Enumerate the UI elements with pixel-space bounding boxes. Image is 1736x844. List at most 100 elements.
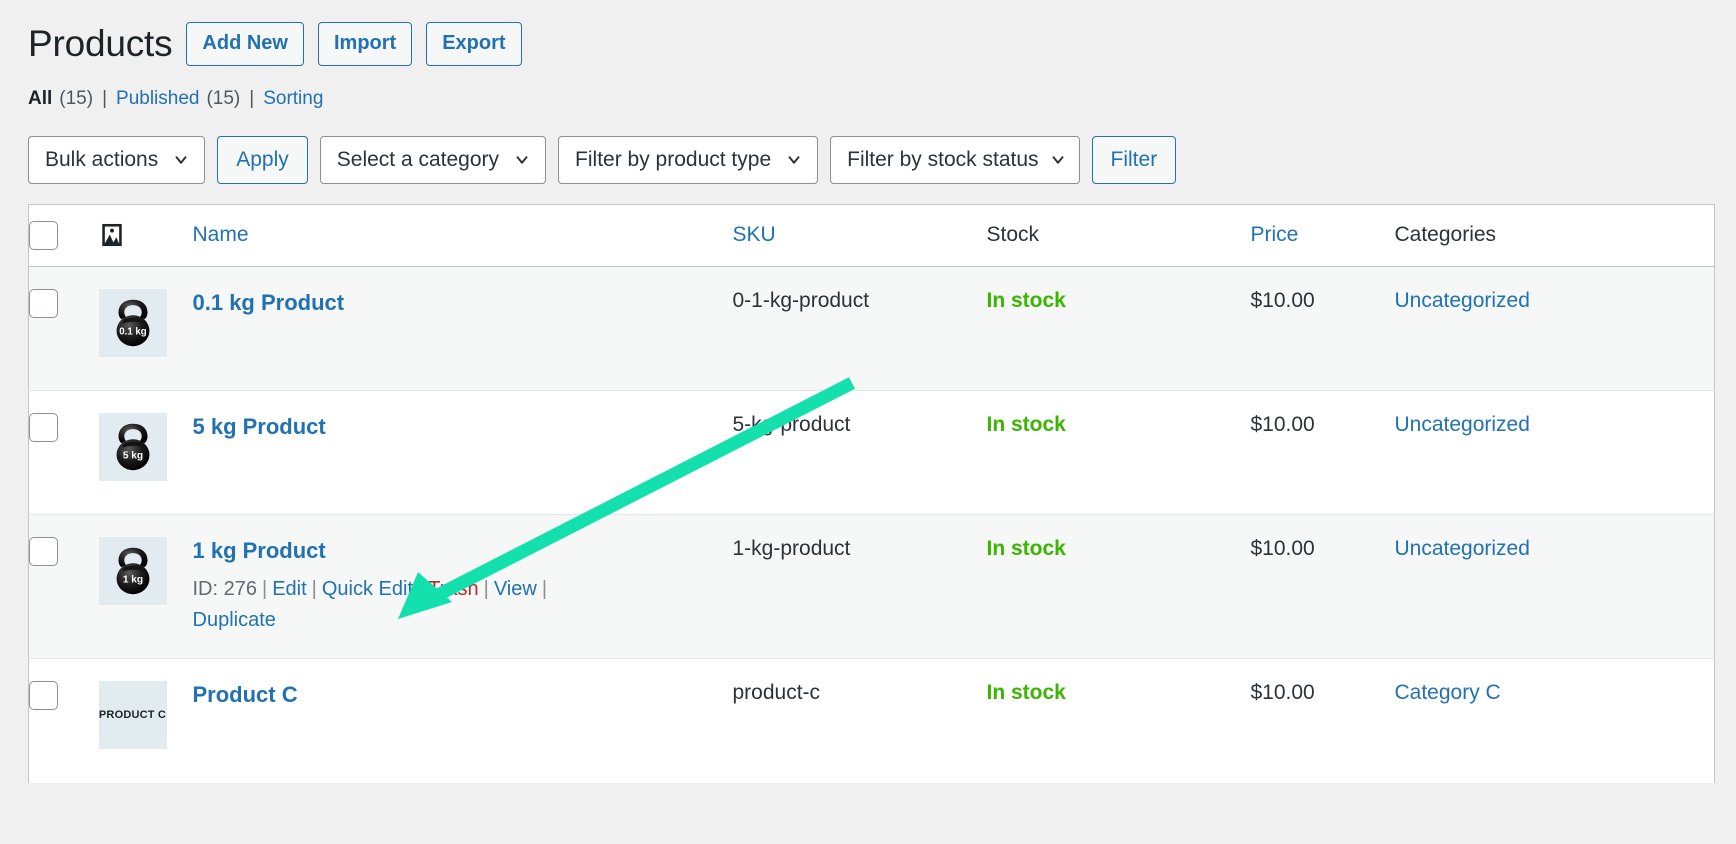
stock-status-badge: In stock <box>986 681 1066 705</box>
stock-status-filter-label: Filter by stock status <box>847 147 1039 171</box>
filter-button[interactable]: Filter <box>1091 135 1177 184</box>
row-checkbox[interactable] <box>29 681 58 711</box>
row-stock-cell: In stock <box>986 389 1251 515</box>
products-admin-page: Products Add New Import Export All (15) … <box>0 0 1736 844</box>
product-name-link[interactable]: 1 kg Product <box>193 537 326 565</box>
row-categories-cell: Uncategorized <box>1394 513 1715 659</box>
trash-link[interactable]: Trash <box>428 578 478 600</box>
name-column-header[interactable]: Name <box>192 204 733 267</box>
row-select-cell <box>28 513 99 659</box>
row-sku-cell: 1-kg-product <box>732 513 987 659</box>
row-thumbnail-cell: 0.1 kg <box>98 266 193 390</box>
row-actions: ID: 276 | Edit | Quick Edit | Trash | View | Dupl… <box>193 574 623 636</box>
sku-sort-link[interactable]: SKU <box>733 223 776 246</box>
row-sku-cell: 0-1-kg-product <box>732 288 870 312</box>
add-new-button[interactable]: Add New <box>186 22 304 66</box>
chevron-down-icon <box>513 151 531 169</box>
row-categories-cell: Uncategorized <box>1394 389 1715 515</box>
row-name-cell: Product C <box>192 658 733 783</box>
product-name-link[interactable]: 0.1 kg Product <box>193 289 345 317</box>
row-thumbnail-cell: 5 kg <box>98 389 193 515</box>
page-title: Products <box>28 22 173 64</box>
status-count-published: (15) <box>206 88 241 109</box>
categories-column-header: Categories <box>1394 204 1715 267</box>
table-body: 0.1 kg 0.1 kg Product 0-1-kg-product In … <box>28 266 1715 783</box>
price-column-header[interactable]: Price <box>1250 204 1395 267</box>
chevron-down-icon <box>1049 151 1067 169</box>
stock-status-badge: In stock <box>986 536 1066 560</box>
row-stock-cell: In stock <box>986 513 1251 659</box>
row-price-cell: $10.00 <box>1250 658 1395 783</box>
kettlebell-icon: 1 kg <box>116 547 149 594</box>
select-all-checkbox[interactable] <box>29 220 58 250</box>
table-head: Name SKU Stock Price Categories <box>28 204 1715 267</box>
product-thumbnail[interactable]: 0.1 kg <box>98 288 167 357</box>
row-categories-cell: Uncategorized <box>1395 266 1715 390</box>
action-separator: | <box>311 578 317 601</box>
stock-status-badge: In stock <box>986 412 1066 436</box>
row-select-cell <box>29 266 99 390</box>
table-row: PRODUCT C Product C product-c In stock $… <box>28 658 1715 783</box>
row-sku-cell: product-c <box>732 658 987 783</box>
kettlebell-icon: 5 kg <box>116 423 149 470</box>
kettlebell-weight-label: 0.1 kg <box>119 326 146 337</box>
row-name-cell: 0.1 kg Product <box>193 266 733 390</box>
status-link-all[interactable]: All <box>28 86 52 113</box>
kettlebell-weight-label: 1 kg <box>122 574 142 585</box>
stock-status-filter-select[interactable]: Filter by stock status <box>830 135 1080 184</box>
status-separator-1: | <box>102 88 108 109</box>
product-name-link[interactable]: Product C <box>193 681 298 709</box>
row-price-cell: $10.00 <box>1250 389 1395 515</box>
product-name-link[interactable]: 5 kg Product <box>193 413 326 441</box>
product-thumbnail[interactable]: 5 kg <box>98 412 167 481</box>
import-button[interactable]: Import <box>317 22 413 66</box>
export-button[interactable]: Export <box>426 22 522 66</box>
action-separator: | <box>541 578 548 601</box>
chevron-down-icon <box>172 151 190 169</box>
status-link-published[interactable]: Published <box>116 86 199 113</box>
product-type-filter-label: Filter by product type <box>575 147 772 171</box>
sku-column-header[interactable]: SKU <box>732 204 987 267</box>
duplicate-link[interactable]: Duplicate <box>193 609 276 631</box>
apply-button[interactable]: Apply <box>217 135 308 184</box>
price-sort-link[interactable]: Price <box>1251 223 1299 246</box>
product-thumbnail[interactable]: 1 kg <box>98 536 167 605</box>
product-thumbnail[interactable]: PRODUCT C <box>98 681 167 750</box>
product-id-label: ID: 276 <box>192 578 257 601</box>
category-link[interactable]: Category C <box>1395 681 1501 704</box>
status-link-sorting[interactable]: Sorting <box>263 86 323 113</box>
status-filter-links: All (15) | Published (15) | Sorting <box>28 86 1736 113</box>
row-checkbox[interactable] <box>29 288 58 318</box>
category-link[interactable]: Uncategorized <box>1395 413 1530 436</box>
category-link[interactable]: Uncategorized <box>1395 289 1530 312</box>
row-name-cell: 1 kg Product ID: 276 | Edit | Quick Edit | Tra… <box>192 513 733 659</box>
row-name-cell: 5 kg Product <box>192 389 733 515</box>
stock-column-header: Stock <box>986 204 1251 267</box>
row-price-cell: $10.00 <box>1250 513 1395 659</box>
row-checkbox[interactable] <box>29 412 58 442</box>
kettlebell-icon: 0.1 kg <box>116 299 149 346</box>
select-all-header <box>28 204 99 267</box>
table-filter-toolbar: Bulk actions Apply Select a category Fil… <box>28 135 1736 184</box>
row-thumbnail-cell: PRODUCT C <box>98 658 193 783</box>
action-separator: | <box>483 578 489 601</box>
product-type-filter-select[interactable]: Filter by product type <box>558 135 819 184</box>
view-link[interactable]: View <box>494 578 537 600</box>
bulk-actions-select[interactable]: Bulk actions <box>28 135 206 184</box>
action-separator: | <box>418 578 424 601</box>
table-header-row: Name SKU Stock Price Categories <box>28 204 1715 267</box>
status-count-all: (15) <box>59 88 94 109</box>
chevron-down-icon <box>785 151 803 169</box>
quick-edit-link[interactable]: Quick Edit <box>322 578 413 600</box>
table-row: 0.1 kg 0.1 kg Product 0-1-kg-product In … <box>28 266 1715 391</box>
category-link[interactable]: Uncategorized <box>1395 537 1530 560</box>
category-filter-label: Select a category <box>336 147 500 171</box>
status-separator-2: | <box>249 88 255 109</box>
products-table: Name SKU Stock Price Categories 0.1 kg 0… <box>28 203 1715 783</box>
name-sort-link[interactable]: Name <box>193 223 249 246</box>
row-stock-cell: In stock <box>987 266 1251 390</box>
category-filter-select[interactable]: Select a category <box>319 135 547 184</box>
row-checkbox[interactable] <box>29 536 58 566</box>
edit-link[interactable]: Edit <box>272 578 306 600</box>
row-categories-cell: Category C <box>1394 658 1715 783</box>
